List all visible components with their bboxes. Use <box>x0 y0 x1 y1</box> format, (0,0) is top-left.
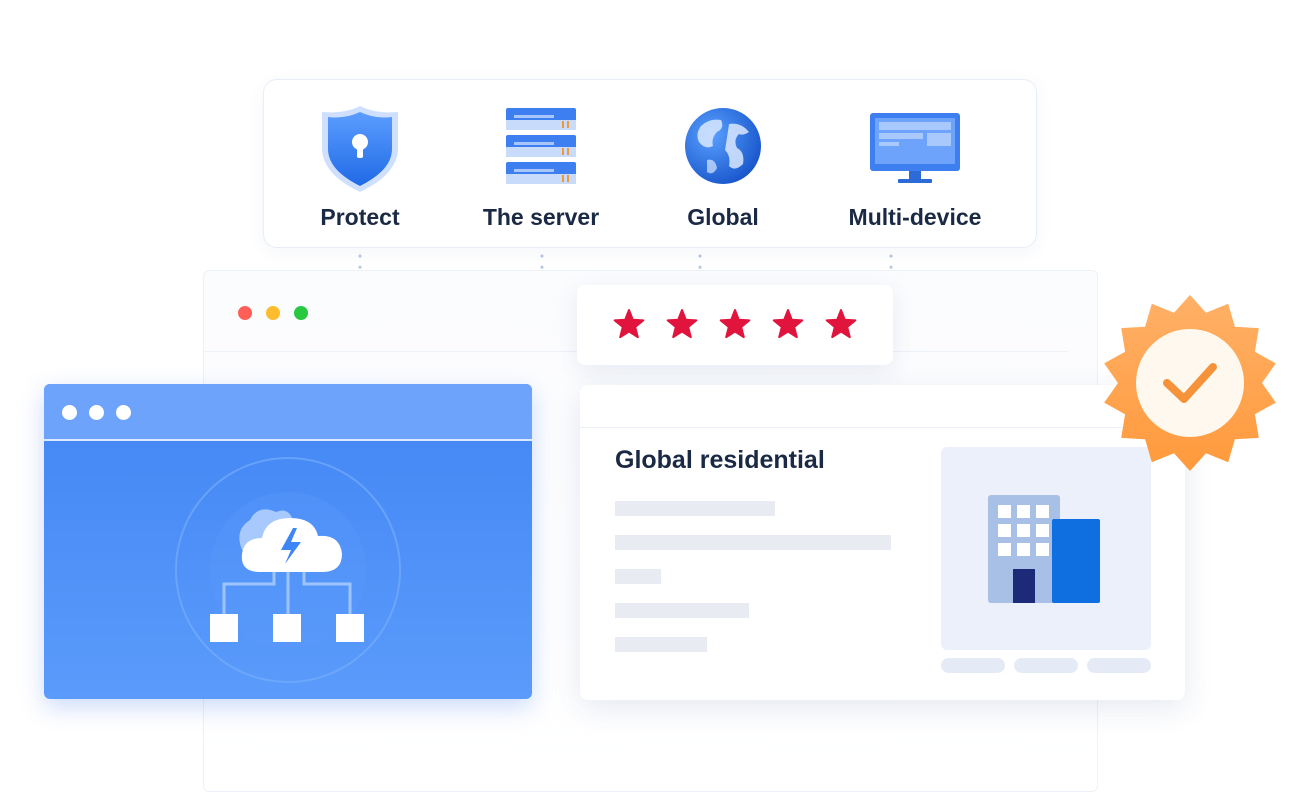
monitor-icon <box>870 113 960 183</box>
feature-global: Global <box>633 80 813 247</box>
window-minimize-dot <box>266 306 280 320</box>
star-icon <box>613 309 645 339</box>
feature-label-server: The server <box>482 204 600 230</box>
star-icon <box>772 309 804 339</box>
building-image-box <box>941 447 1151 650</box>
star-icon <box>825 309 857 339</box>
globe-icon <box>685 108 761 184</box>
text-placeholder-line <box>615 535 891 550</box>
text-placeholder-line <box>615 637 707 652</box>
shield-lock-icon <box>322 106 398 192</box>
star-icon <box>719 309 751 339</box>
feature-protect: Protect <box>270 80 450 247</box>
feature-label-global: Global <box>687 204 759 230</box>
feature-card: Protect The server Global Multi-device <box>263 79 1037 248</box>
placeholder-pill <box>1014 658 1078 673</box>
residential-card-divider <box>580 427 1185 428</box>
feature-label-protect: Protect <box>320 204 400 230</box>
rating-card <box>577 285 893 365</box>
text-placeholder-line <box>615 501 775 516</box>
server-rack-icon <box>506 108 576 184</box>
cloud-lightning-network-icon <box>175 457 401 683</box>
feature-server: The server <box>451 80 631 247</box>
text-placeholder-line <box>615 569 661 584</box>
building-icon <box>988 495 1100 603</box>
rating-stars <box>613 309 857 339</box>
feature-label-multi-device: Multi-device <box>848 204 982 230</box>
residential-title: Global residential <box>615 446 825 474</box>
text-placeholder-line <box>615 603 749 618</box>
placeholder-pill <box>1087 658 1151 673</box>
star-icon <box>666 309 698 339</box>
cloud-network-window <box>44 384 532 699</box>
verified-check-badge-icon <box>1104 295 1276 471</box>
placeholder-pill <box>941 658 1005 673</box>
window-close-dot <box>238 306 252 320</box>
feature-multi-device: Multi-device <box>825 80 1005 247</box>
window-maximize-dot <box>294 306 308 320</box>
